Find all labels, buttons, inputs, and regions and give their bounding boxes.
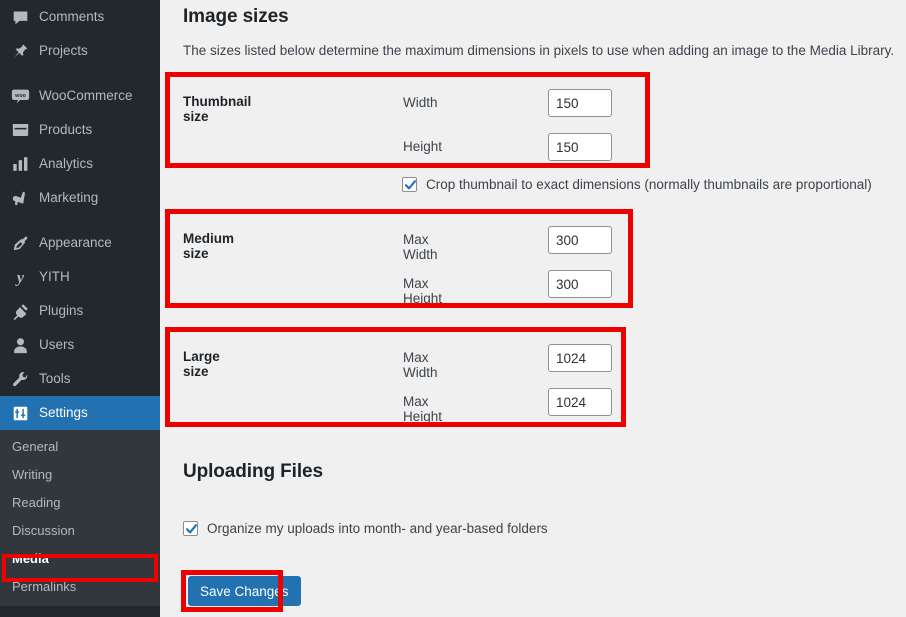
sidebar-item-products[interactable]: Products [0, 113, 160, 147]
sidebar-item-label: Projects [39, 43, 88, 59]
submenu-item-reading[interactable]: Reading [0, 488, 160, 516]
organize-uploads-checkbox[interactable] [183, 521, 198, 536]
sidebar-item-label: Plugins [39, 303, 84, 319]
save-changes-button[interactable]: Save Changes [188, 576, 301, 606]
sidebar-item-label: Analytics [39, 156, 94, 172]
pin-icon [10, 41, 30, 61]
submenu-item-writing[interactable]: Writing [0, 460, 160, 488]
large-max-height-input[interactable] [548, 388, 612, 416]
uploading-files-heading: Uploading Files [183, 461, 323, 482]
wordpress-admin-screen: Comments Projects woo WooCommerce Products An… [0, 0, 906, 617]
sidebar-item-projects[interactable]: Projects [0, 34, 160, 68]
sidebar-item-yith[interactable]: y YITH [0, 260, 160, 294]
sidebar-item-users[interactable]: Users [0, 328, 160, 362]
large-max-height-label: Max Height [403, 394, 443, 424]
crop-thumbnail-label: Crop thumbnail to exact dimensions (norm… [426, 177, 872, 192]
sidebar-nav-list: Comments Projects woo WooCommerce Products An… [0, 0, 168, 430]
crop-thumbnail-row[interactable]: Crop thumbnail to exact dimensions (norm… [402, 177, 872, 192]
large-max-width-input[interactable] [548, 344, 612, 372]
sidebar-item-label: Marketing [39, 190, 99, 206]
medium-size-label: Medium size [183, 231, 235, 261]
sidebar-item-appearance[interactable]: Appearance [0, 226, 160, 260]
submenu-item-discussion[interactable]: Discussion [0, 516, 160, 544]
submenu-item-media[interactable]: Media [0, 544, 160, 572]
checkmark-icon [185, 524, 198, 534]
sidebar-item-label: Comments [39, 9, 105, 25]
products-icon [10, 120, 30, 140]
sidebar-item-label: Appearance [39, 235, 112, 251]
sidebar-item-marketing[interactable]: Marketing [0, 181, 160, 215]
sidebar-item-analytics[interactable]: Analytics [0, 147, 160, 181]
tools-icon [10, 369, 30, 389]
megaphone-icon [10, 188, 30, 208]
yith-icon: y [10, 267, 30, 287]
admin-sidebar: Comments Projects woo WooCommerce Products An… [0, 0, 168, 617]
svg-text:woo: woo [14, 93, 26, 99]
checkmark-icon [404, 180, 417, 190]
medium-max-height-label: Max Height [403, 276, 443, 306]
medium-max-width-input[interactable] [548, 226, 612, 254]
submenu-item-general[interactable]: General [0, 432, 160, 460]
sidebar-item-plugins[interactable]: Plugins [0, 294, 160, 328]
plugins-icon [10, 301, 30, 321]
image-sizes-description: The sizes listed below determine the max… [183, 43, 895, 58]
image-sizes-heading: Image sizes [183, 6, 289, 27]
sidebar-item-label: Users [39, 337, 75, 353]
organize-uploads-row[interactable]: Organize my uploads into month- and year… [183, 521, 548, 536]
thumbnail-height-input[interactable] [548, 133, 612, 161]
thumbnail-width-input[interactable] [548, 89, 612, 117]
sidebar-item-label: Products [39, 122, 93, 138]
sidebar-item-label: YITH [39, 269, 70, 285]
sidebar-item-settings[interactable]: Settings [0, 396, 168, 430]
settings-submenu: General Writing Reading Discussion Media Perm… [0, 430, 160, 606]
thumbnail-size-label: Thumbnail size [183, 94, 252, 124]
sidebar-item-comments[interactable]: Comments [0, 0, 160, 34]
svg-text:y: y [14, 269, 24, 285]
submenu-item-permalinks[interactable]: Permalinks [0, 572, 160, 600]
sidebar-item-label: Settings [39, 405, 88, 421]
main-content: Image sizes The sizes listed below deter… [160, 0, 906, 617]
analytics-icon [10, 154, 30, 174]
medium-max-height-input[interactable] [548, 270, 612, 298]
sidebar-item-label: WooCommerce [39, 88, 133, 104]
sidebar-separator [0, 215, 160, 226]
thumbnail-width-label: Width [403, 95, 438, 110]
large-max-width-label: Max Width [403, 350, 438, 380]
medium-max-width-label: Max Width [403, 232, 438, 262]
users-icon [10, 335, 30, 355]
sidebar-item-tools[interactable]: Tools [0, 362, 160, 396]
crop-thumbnail-checkbox[interactable] [402, 177, 417, 192]
comments-icon [10, 7, 30, 27]
thumbnail-height-label: Height [403, 139, 443, 154]
settings-icon [10, 403, 30, 423]
organize-uploads-label: Organize my uploads into month- and year… [207, 521, 548, 536]
sidebar-item-woocommerce[interactable]: woo WooCommerce [0, 79, 160, 113]
sidebar-item-label: Tools [39, 371, 71, 387]
woo-icon: woo [10, 86, 30, 106]
appearance-icon [10, 233, 30, 253]
large-size-label: Large size [183, 349, 220, 379]
sidebar-separator [0, 68, 160, 79]
